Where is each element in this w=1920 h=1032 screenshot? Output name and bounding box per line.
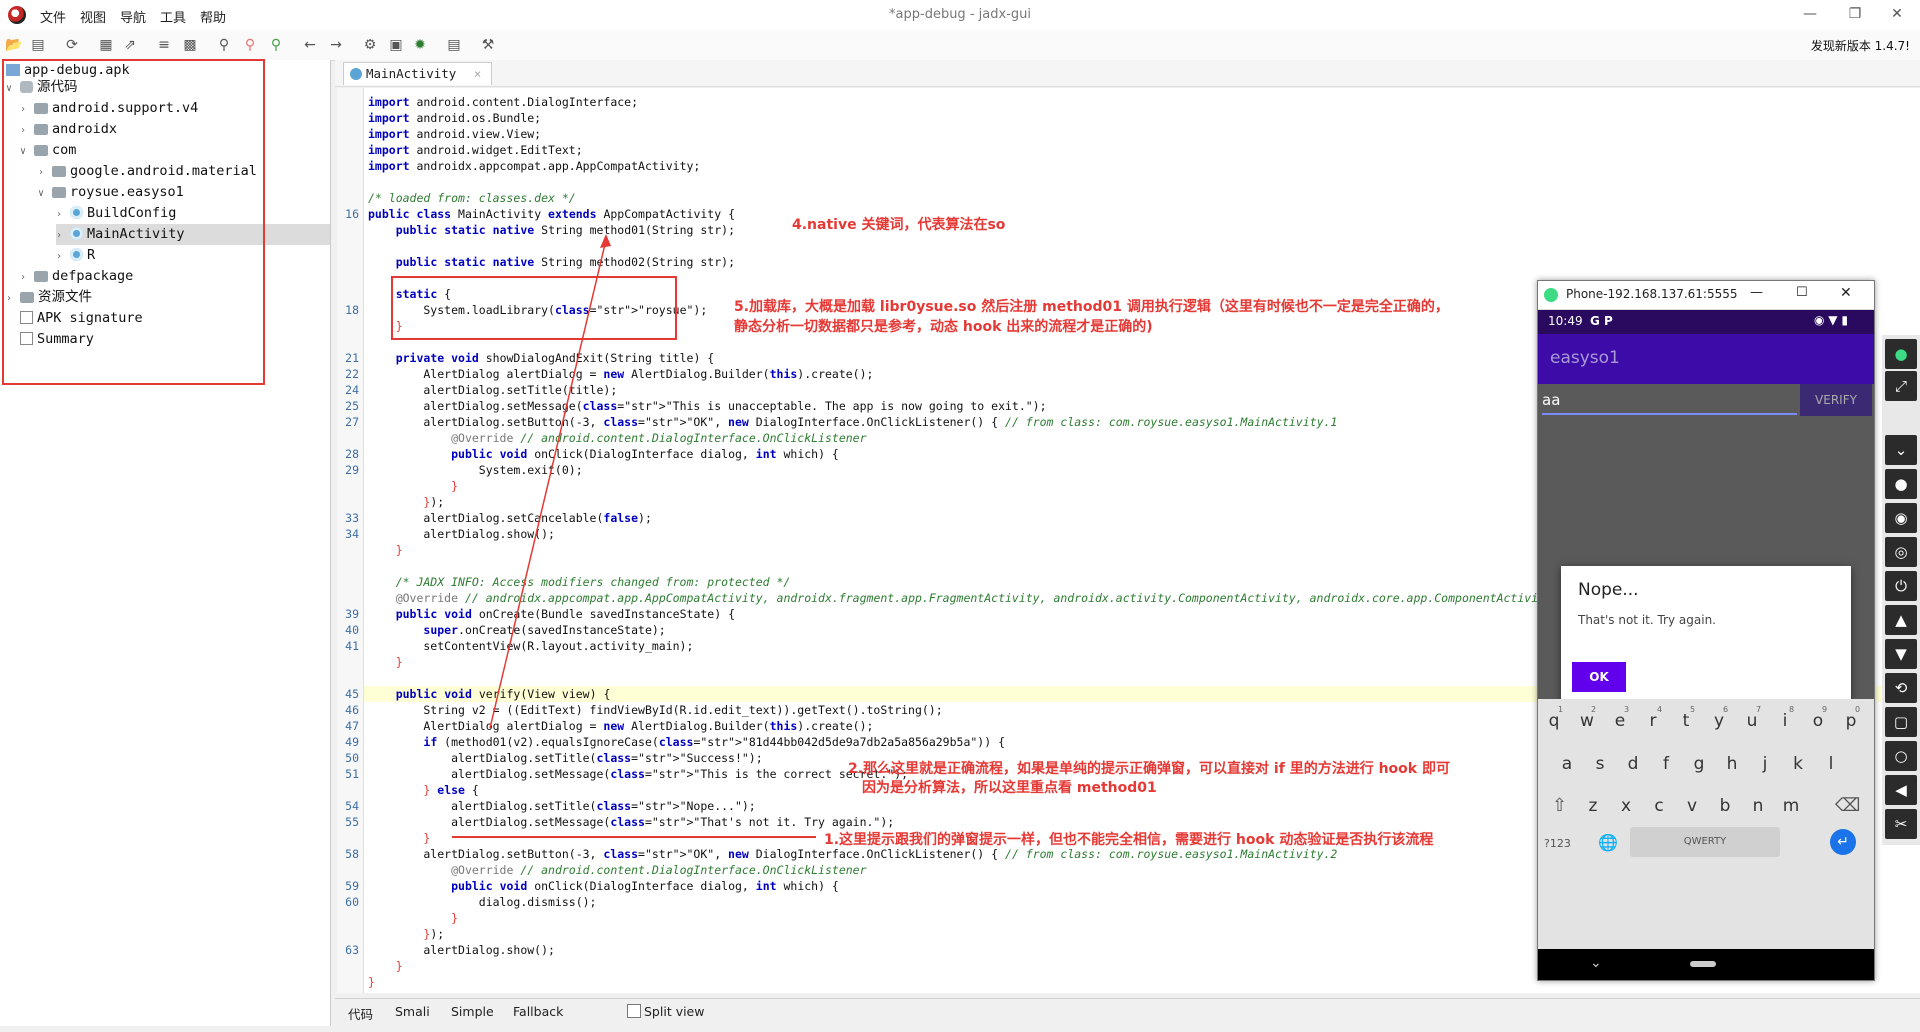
key-hint: 0: [1855, 705, 1861, 714]
power-icon[interactable]: ⏻: [1885, 571, 1917, 601]
key-n[interactable]: n: [1743, 796, 1773, 816]
tab-fallback[interactable]: Fallback: [513, 1004, 563, 1019]
key-u[interactable]: u: [1737, 711, 1767, 731]
key-hint: 5: [1690, 705, 1696, 714]
backspace-icon[interactable]: ⌫: [1835, 795, 1860, 816]
arrow-head: [600, 234, 611, 248]
soft-keyboard: ⇧ ⌫ ?123 🌐 QWERTY ↵ q1w2e3r4t5y6u7i8o9p0…: [1538, 699, 1874, 949]
key-v[interactable]: v: [1677, 796, 1707, 816]
ok-button[interactable]: OK: [1572, 662, 1626, 692]
key-hint: 4: [1657, 705, 1663, 714]
home-icon[interactable]: ○: [1885, 741, 1917, 771]
phone-maximize-icon[interactable]: ☐: [1796, 285, 1808, 300]
key-g[interactable]: g: [1684, 754, 1714, 774]
tab-smali[interactable]: Smali: [395, 1004, 430, 1019]
verify-button[interactable]: VERIFY: [1800, 384, 1872, 416]
nope-dialog: Nope... That's not it. Try again. OK: [1561, 566, 1851, 700]
shift-icon[interactable]: ⇧: [1552, 795, 1567, 816]
key-hint: 3: [1624, 705, 1630, 714]
secret-input[interactable]: aa: [1542, 387, 1797, 415]
key-f[interactable]: f: [1651, 754, 1681, 774]
signal-battery-icon: ◉ ▼ ▮: [1814, 313, 1848, 327]
key-i[interactable]: i: [1770, 711, 1800, 731]
key-c[interactable]: c: [1644, 796, 1674, 816]
key-y[interactable]: y: [1704, 711, 1734, 731]
key-hint: 1: [1558, 705, 1564, 714]
key-hint: 8: [1789, 705, 1795, 714]
key-p[interactable]: p: [1836, 711, 1866, 731]
volume-up-icon[interactable]: ▲: [1885, 605, 1917, 635]
tab-code[interactable]: 代码: [348, 1004, 373, 1023]
android-nav-bar: ⌄: [1538, 949, 1874, 980]
tab-simple[interactable]: Simple: [451, 1004, 494, 1019]
key-a[interactable]: a: [1552, 754, 1582, 774]
back-nav-icon[interactable]: ◀: [1885, 775, 1917, 805]
key-o[interactable]: o: [1803, 711, 1833, 731]
key-hint: 2: [1591, 705, 1597, 714]
annotation-correct-flow-1: 2.那么这里就是正确流程，如果是单纯的提示正确弹窗，可以直接对 if 里的方法进…: [848, 761, 1450, 777]
android-settings-icon[interactable]: ●: [1885, 339, 1917, 369]
hide-icon[interactable]: ◎: [1885, 537, 1917, 567]
key-m[interactable]: m: [1776, 796, 1806, 816]
key-s[interactable]: s: [1585, 754, 1615, 774]
code-view-tabs: 代码 Smali Simple Fallback Split view: [335, 998, 1920, 1025]
annotation-loadlibrary-2: 静态分析一切数据都只是参考，动态 hook 出来的流程才是正确的): [734, 319, 1153, 335]
annotation-native: 4.native 关键词，代表算法在so: [792, 217, 1006, 233]
key-hint: 7: [1756, 705, 1762, 714]
android-icon: [1544, 288, 1558, 302]
annotation-loadlibrary-1: 5.加载库，大概是加载 libr0ysue.so 然后注册 method01 调…: [734, 299, 1449, 315]
key-k[interactable]: k: [1783, 754, 1813, 774]
key-x[interactable]: x: [1611, 796, 1641, 816]
app-bar: easyso1: [1538, 334, 1874, 384]
input-value: aa: [1542, 391, 1561, 409]
phone-title-bar: Phone-192.168.137.61:5555 — ☐ ✕: [1538, 281, 1874, 310]
nav-home-icon[interactable]: [1690, 961, 1716, 967]
key-q[interactable]: q: [1539, 711, 1569, 731]
dialog-title: Nope...: [1578, 580, 1639, 600]
collapse-icon[interactable]: ⌄: [1885, 435, 1917, 465]
annotation-dialog-hint: 1.这里提示跟我们的弹窗提示一样，但也不能完全相信，需要进行 hook 动态验证…: [824, 832, 1434, 848]
key-e[interactable]: e: [1605, 711, 1635, 731]
fullscreen-icon[interactable]: ⤢: [1885, 371, 1917, 401]
emulator-side-toolbar: ● ⤢ ⌄ ● ◉ ◎ ⏻ ▲ ▼ ⟲ ▢ ○ ◀ ✂: [1882, 335, 1920, 845]
phone-emulator-window: Phone-192.168.137.61:5555 — ☐ ✕ 10:49 G …: [1537, 280, 1875, 981]
record-icon[interactable]: ●: [1885, 469, 1917, 499]
key-d[interactable]: d: [1618, 754, 1648, 774]
nav-back-icon[interactable]: ⌄: [1590, 955, 1602, 971]
key-b[interactable]: b: [1710, 796, 1740, 816]
scissors-icon[interactable]: ✂: [1885, 809, 1917, 839]
show-icon[interactable]: ◉: [1885, 503, 1917, 533]
phone-window-title: Phone-192.168.137.61:5555: [1566, 287, 1738, 301]
split-view-label: Split view: [644, 1004, 705, 1019]
key-t[interactable]: t: [1671, 711, 1701, 731]
rotate-icon[interactable]: ⟲: [1885, 673, 1917, 703]
key-z[interactable]: z: [1578, 796, 1608, 816]
annotation-correct-flow-2: 因为是分析算法，所以这里重点看 method01: [862, 780, 1157, 796]
phone-minimize-icon[interactable]: —: [1750, 285, 1763, 300]
globe-icon[interactable]: 🌐: [1598, 833, 1618, 852]
phone-status-bar: 10:49 G P ◉ ▼ ▮: [1538, 310, 1874, 334]
volume-down-icon[interactable]: ▼: [1885, 639, 1917, 669]
overview-icon[interactable]: ▢: [1885, 707, 1917, 737]
key-l[interactable]: l: [1816, 754, 1846, 774]
key-hint: 6: [1723, 705, 1729, 714]
key-hint: 9: [1822, 705, 1828, 714]
space-key[interactable]: QWERTY: [1630, 827, 1780, 857]
phone-time: 10:49: [1548, 314, 1583, 328]
key-j[interactable]: j: [1750, 754, 1780, 774]
split-view-checkbox[interactable]: [627, 1004, 641, 1018]
key-w[interactable]: w: [1572, 711, 1602, 731]
app-title: easyso1: [1550, 348, 1620, 368]
arrow-line: [489, 239, 607, 729]
phone-close-icon[interactable]: ✕: [1840, 285, 1852, 301]
symbols-key[interactable]: ?123: [1544, 837, 1571, 850]
enter-key-icon[interactable]: ↵: [1830, 829, 1856, 855]
key-r[interactable]: r: [1638, 711, 1668, 731]
dialog-message: That's not it. Try again.: [1578, 613, 1716, 627]
key-h[interactable]: h: [1717, 754, 1747, 774]
status-notification-icons: G P: [1590, 314, 1613, 328]
